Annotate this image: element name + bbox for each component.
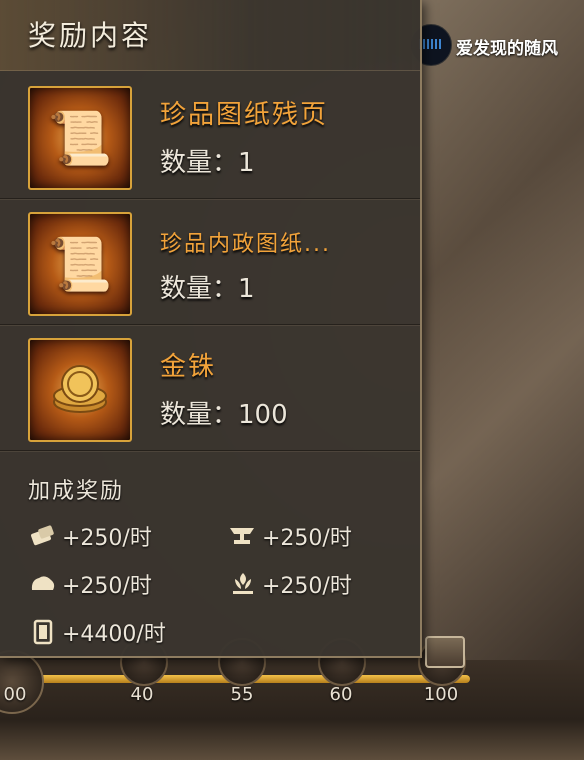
quantity-label: 数量： [160,274,239,304]
bonus-wood: +250/时 [28,520,152,552]
bonus-title: 加成奖励 [28,479,125,504]
blueprint-icon: 📜 [47,234,113,295]
milestone-label: 55 [230,684,254,705]
panel-header: 奖励内容 [0,0,420,71]
item-quantity: 数量：100 [160,394,288,431]
item-frame: 📜 [28,86,132,190]
grain-icon [228,570,258,598]
bonus-grain: +250/时 [228,568,352,600]
item-name: 珍品图纸残页 [160,100,329,130]
milestone-label: 40 [130,684,154,705]
bonus-value: +250/时 [62,526,152,551]
quantity-label: 数量： [160,400,239,430]
quantity-label: 数量： [160,148,239,178]
milestone-label: 60 [329,684,353,705]
bonus-value: +250/时 [262,526,352,551]
item-name: 珍品内政图纸... [160,232,331,257]
watermark-brand: 爱发现的随风 [456,39,558,59]
panel-title: 奖励内容 [28,19,153,52]
item-frame: 📜 [28,212,132,316]
milestone-label: 100 [423,684,459,705]
bonus-value: +4400/时 [62,622,166,647]
reward-panel: 奖励内容 📜 珍品图纸残页 数量：1 📜 珍品内政图纸... 数量：1 金铢 数… [0,0,422,658]
reward-item[interactable]: 📜 珍品图纸残页 数量：1 [0,72,420,199]
item-quantity: 数量：1 [160,268,255,305]
reward-item[interactable]: 金铢 数量：100 [0,324,420,451]
background-scenery [420,0,584,660]
quantity-value: 1 [238,274,255,304]
quantity-value: 1 [238,148,255,178]
item-quantity: 数量：1 [160,142,255,179]
wood-icon [28,522,58,550]
quantity-value: 100 [238,400,288,430]
anvil-icon [228,522,258,550]
item-frame [28,338,132,442]
bonus-value: +250/时 [62,574,152,599]
bonus-stone: +250/时 [28,568,152,600]
milestone-label: 00 [3,684,27,705]
stone-icon [28,570,58,598]
gold-coin-icon [30,340,130,440]
bonus-iron: +250/时 [228,520,352,552]
reward-item[interactable]: 📜 珍品内政图纸... 数量：1 [0,198,420,325]
bonus-value: +250/时 [262,574,352,599]
scroll-icon: 📜 [47,108,113,169]
item-name: 金铢 [160,352,217,382]
bonus-troops: +4400/时 [28,616,166,648]
shield-icon [28,618,58,646]
treasure-chest-icon[interactable] [425,636,465,668]
